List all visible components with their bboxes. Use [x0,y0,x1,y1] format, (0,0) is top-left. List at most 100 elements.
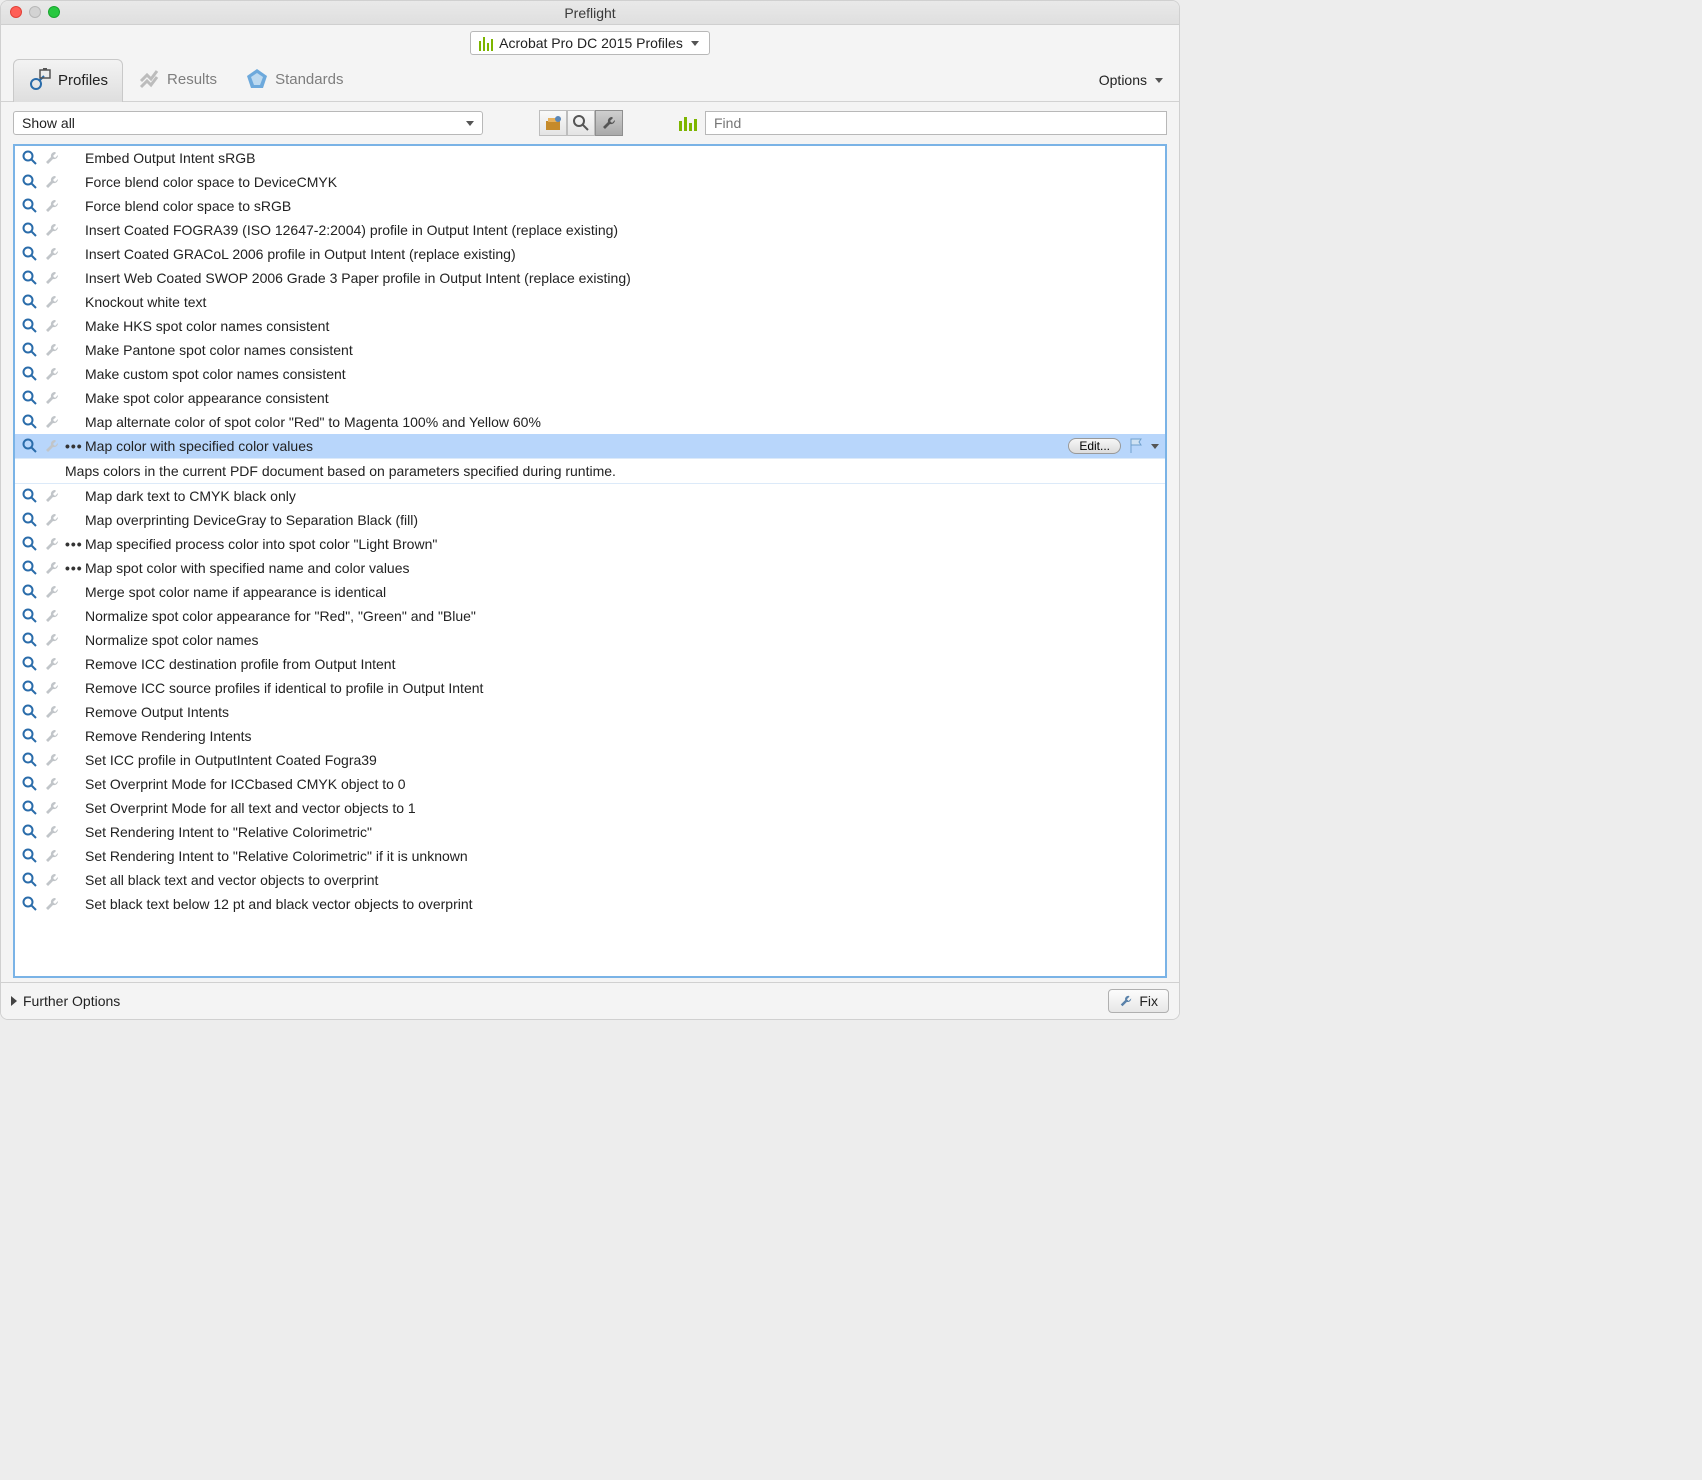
chevron-down-icon [1155,78,1163,83]
list-item-label: Map spot color with specified name and c… [83,560,410,576]
chevron-down-icon [466,121,474,126]
close-icon[interactable] [10,6,22,18]
fix-label: Fix [1139,993,1158,1009]
fix-button[interactable]: Fix [1108,989,1169,1013]
filter-dropdown[interactable]: Show all [13,111,483,135]
further-options-label[interactable]: Further Options [23,993,120,1009]
tab-profiles[interactable]: Profiles [13,59,123,102]
flag-icon[interactable] [1125,437,1145,456]
list-item[interactable]: Normalize spot color appearance for "Red… [15,604,1165,628]
list-item[interactable]: Make custom spot color names consistent [15,362,1165,386]
list-item-label: Insert Coated GRACoL 2006 profile in Out… [83,246,516,262]
list-item[interactable]: Set Rendering Intent to "Relative Colori… [15,820,1165,844]
list-item[interactable]: Set Rendering Intent to "Relative Colori… [15,844,1165,868]
profile-set-dropdown[interactable]: Acrobat Pro DC 2015 Profiles [470,31,710,55]
list-item-label: Insert Web Coated SWOP 2006 Grade 3 Pape… [83,270,631,286]
list-item[interactable]: Make HKS spot color names consistent [15,314,1165,338]
list-item-label: Set Rendering Intent to "Relative Colori… [83,848,468,864]
list-item-label: Normalize spot color appearance for "Red… [83,608,476,624]
wrench-icon [43,775,61,793]
list-item[interactable]: Insert Coated GRACoL 2006 profile in Out… [15,242,1165,266]
wrench-icon [43,221,61,239]
list-item[interactable]: Make spot color appearance consistent [15,386,1165,410]
profile-set-label: Acrobat Pro DC 2015 Profiles [499,35,683,51]
inspect-icon [21,437,39,455]
list-item[interactable]: Insert Coated FOGRA39 (ISO 12647-2:2004)… [15,218,1165,242]
list-item[interactable]: Force blend color space to DeviceCMYK [15,170,1165,194]
inspect-icon [21,631,39,649]
toolbox-button[interactable] [539,110,567,136]
list-item[interactable]: Set all black text and vector objects to… [15,868,1165,892]
inspect-icon [21,703,39,721]
list-item-label: Knockout white text [83,294,206,310]
list-item[interactable]: Set ICC profile in OutputIntent Coated F… [15,748,1165,772]
wrench-icon [43,655,61,673]
wrench-icon [43,559,61,577]
minimize-icon[interactable] [29,6,41,18]
list-item[interactable]: Set black text below 12 pt and black vec… [15,892,1165,916]
list-item[interactable]: Map dark text to CMYK black only [15,484,1165,508]
wrench-icon [43,317,61,335]
inspect-icon [21,871,39,889]
titlebar: Preflight [1,1,1179,25]
list-item[interactable]: Map alternate color of spot color "Red" … [15,410,1165,434]
chevron-down-icon[interactable] [1151,444,1159,449]
inspect-icon [21,535,39,553]
list-item-label: Insert Coated FOGRA39 (ISO 12647-2:2004)… [83,222,618,238]
inspect-icon [21,317,39,335]
list-item-label: Remove ICC destination profile from Outp… [83,656,395,672]
list-item[interactable]: Make Pantone spot color names consistent [15,338,1165,362]
list-item[interactable]: Remove Output Intents [15,700,1165,724]
wrench-icon [43,703,61,721]
list-item[interactable]: •••Map spot color with specified name an… [15,556,1165,580]
list-item-label: Make custom spot color names consistent [83,366,346,382]
inspect-icon [21,341,39,359]
window-title: Preflight [1,5,1179,21]
list-item[interactable]: Remove Rendering Intents [15,724,1165,748]
profile-list-scroll[interactable]: Embed Output Intent sRGBForce blend colo… [15,146,1165,976]
list-item[interactable]: Map overprinting DeviceGray to Separatio… [15,508,1165,532]
inspect-icon [21,245,39,263]
disclosure-triangle-icon[interactable] [11,996,17,1006]
list-item[interactable]: Normalize spot color names [15,628,1165,652]
list-item-label: Set ICC profile in OutputIntent Coated F… [83,752,377,768]
wrench-icon [43,487,61,505]
list-item[interactable]: Embed Output Intent sRGB [15,146,1165,170]
list-item[interactable]: Insert Web Coated SWOP 2006 Grade 3 Pape… [15,266,1165,290]
list-item[interactable]: Knockout white text [15,290,1165,314]
bars-icon[interactable] [679,115,697,131]
wrench-icon [43,583,61,601]
list-item[interactable]: Merge spot color name if appearance is i… [15,580,1165,604]
list-item-label: Map specified process color into spot co… [83,536,437,552]
inspect-icon [21,583,39,601]
options-menu[interactable]: Options [1099,64,1163,96]
edit-button[interactable]: Edit... [1068,438,1121,454]
list-item-label: Set Rendering Intent to "Relative Colori… [83,824,372,840]
list-item[interactable]: Set Overprint Mode for all text and vect… [15,796,1165,820]
find-input[interactable] [705,111,1167,135]
list-item[interactable]: Force blend color space to sRGB [15,194,1165,218]
zoom-icon[interactable] [48,6,60,18]
tab-label: Profiles [58,72,108,89]
list-item[interactable]: Remove ICC destination profile from Outp… [15,652,1165,676]
tab-results[interactable]: Results [123,59,231,101]
list-item-label: Map dark text to CMYK black only [83,488,296,504]
bars-icon [479,35,493,51]
wrench-icon [43,631,61,649]
footer: Further Options Fix [1,982,1179,1019]
inspect-button[interactable] [567,110,595,136]
list-item[interactable]: •••Map color with specified color values… [15,434,1165,458]
wrench-icon [43,535,61,553]
fixups-button[interactable] [595,110,623,136]
wrench-icon [43,173,61,191]
list-item-label: Remove Rendering Intents [83,728,252,744]
inspect-icon [21,727,39,745]
list-item[interactable]: •••Map specified process color into spot… [15,532,1165,556]
tab-standards[interactable]: Standards [231,59,357,101]
profile-set-bar: Acrobat Pro DC 2015 Profiles [1,25,1179,59]
list-item[interactable]: Remove ICC source profiles if identical … [15,676,1165,700]
inspect-icon [21,413,39,431]
list-item-label: Set Overprint Mode for all text and vect… [83,800,416,816]
list-item[interactable]: Set Overprint Mode for ICCbased CMYK obj… [15,772,1165,796]
inspect-icon [21,197,39,215]
